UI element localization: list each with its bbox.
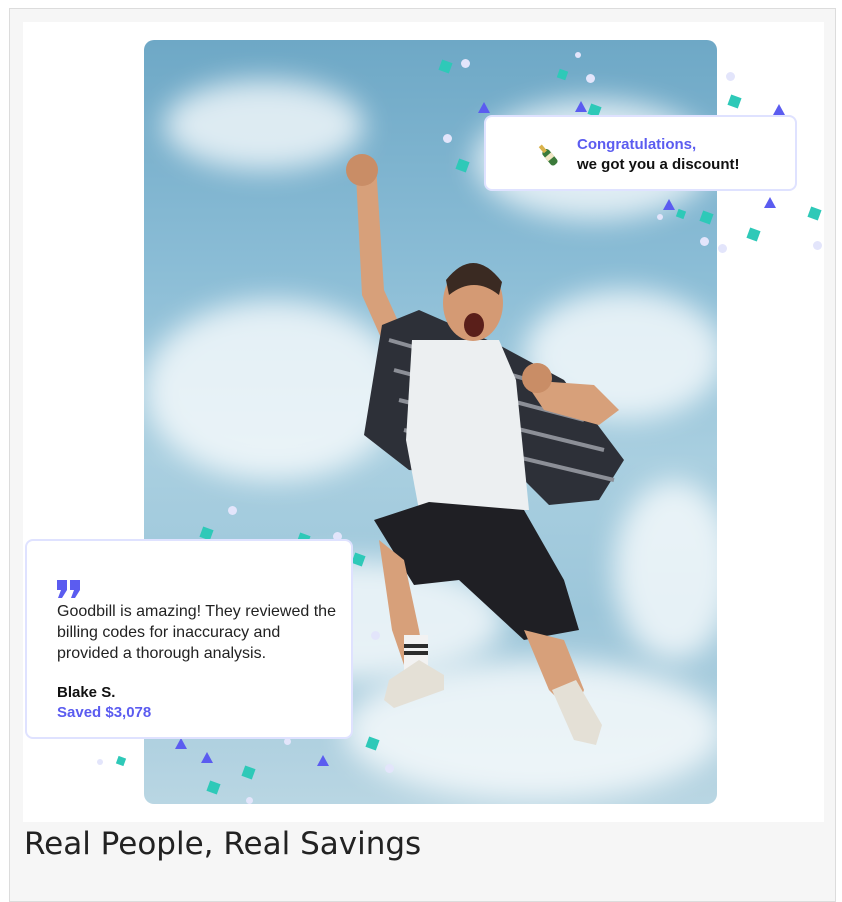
hero-illustration: Congratulations, we got you a discount! … bbox=[23, 22, 824, 822]
savings-amount: Saved $3,078 bbox=[57, 704, 152, 721]
reviewer-name: Blake S. bbox=[57, 684, 116, 701]
content-frame: Congratulations, we got you a discount! … bbox=[9, 8, 836, 902]
congrats-card: Congratulations, we got you a discount! bbox=[484, 115, 797, 191]
congrats-title: Congratulations, bbox=[577, 136, 697, 153]
quote-icon bbox=[57, 565, 81, 605]
champagne-bottle-icon bbox=[533, 140, 563, 170]
congrats-subtitle: we got you a discount! bbox=[577, 156, 740, 173]
testimonial-card: Goodbill is amazing! They reviewed the b… bbox=[25, 539, 353, 739]
section-caption: Real People, Real Savings bbox=[24, 826, 422, 862]
testimonial-text: Goodbill is amazing! They reviewed the b… bbox=[57, 603, 336, 662]
